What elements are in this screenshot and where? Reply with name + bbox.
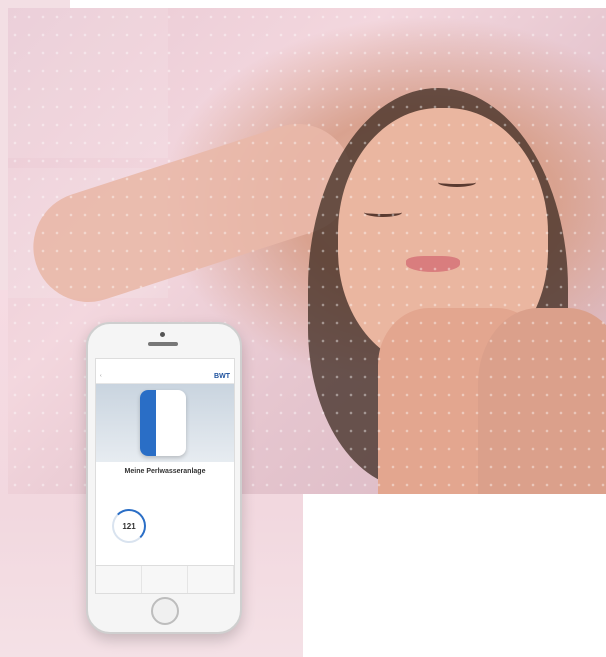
gauge: 121 xyxy=(112,509,146,543)
tab-1[interactable] xyxy=(96,566,142,593)
chevron-left-icon[interactable]: ‹ xyxy=(100,373,102,379)
bottom-tab-bar xyxy=(96,565,234,593)
status-bar xyxy=(96,359,234,369)
gauge-value: 121 xyxy=(122,521,136,531)
brand-logo: BWT xyxy=(214,372,230,380)
screen-title: Meine Perlwasseranlage xyxy=(124,468,206,475)
speaker-grille xyxy=(148,342,178,346)
phone-screen: ‹ BWT Meine Perlwasseranlage 121 xyxy=(95,358,235,594)
tab-3[interactable] xyxy=(188,566,234,593)
device-hero xyxy=(96,384,234,462)
smartphone: ‹ BWT Meine Perlwasseranlage 121 xyxy=(86,322,242,634)
app-header: ‹ BWT xyxy=(96,369,234,384)
tab-2[interactable] xyxy=(142,566,188,593)
home-button-icon[interactable] xyxy=(151,597,179,625)
front-camera xyxy=(160,332,165,337)
water-device-image xyxy=(140,390,186,456)
